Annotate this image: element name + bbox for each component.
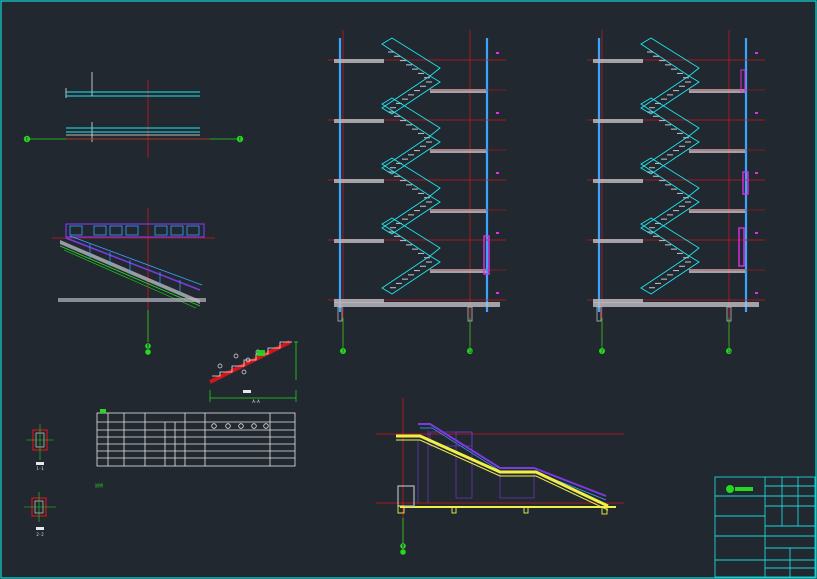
elev1-axis-right: 10 bbox=[469, 349, 474, 354]
side-note: 說明 bbox=[95, 482, 103, 488]
cad-drawing-canvas[interactable]: E E B A-A 1-1 2-2 說明 7 10 7 10 B bbox=[0, 0, 817, 579]
detail-label-2: 2-2 bbox=[36, 532, 44, 537]
detail-label-1: 1-1 bbox=[36, 466, 44, 471]
step-dimension-label: A-A bbox=[252, 399, 260, 404]
table-tag bbox=[100, 409, 106, 413]
elev2-axis-right: 10 bbox=[728, 349, 733, 354]
